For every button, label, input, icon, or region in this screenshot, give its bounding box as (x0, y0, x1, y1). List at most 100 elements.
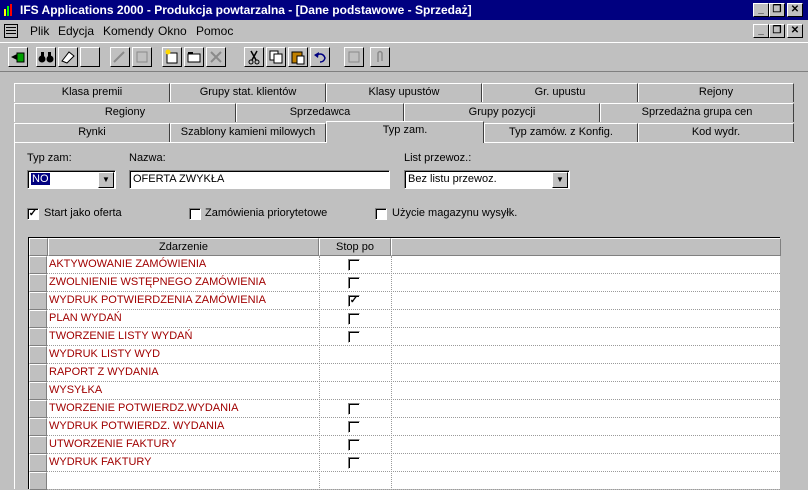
table-row[interactable]: ZWOLNIENIE WSTĘPNEGO ZAMÓWIENIA (29, 274, 780, 292)
table-row[interactable]: AKTYWOWANIE ZAMÓWIENIA (29, 256, 780, 274)
delete-disabled-icon[interactable] (206, 47, 226, 67)
zdarzenie-cell[interactable]: UTWORZENIE FAKTURY (49, 436, 177, 454)
zdarzenie-cell[interactable]: TWORZENIE LISTY WYDAŃ (49, 328, 192, 346)
row-selector[interactable] (29, 346, 47, 364)
row-selector[interactable] (29, 400, 47, 418)
eraser-icon[interactable] (58, 47, 78, 67)
menu-plik[interactable]: Plik (30, 24, 49, 38)
row-selector[interactable] (29, 292, 47, 310)
title-bar[interactable]: IFS Applications 2000 - Produkcja powtar… (0, 0, 808, 20)
tab-regiony[interactable]: Regiony (14, 103, 236, 122)
cut-icon[interactable] (244, 47, 264, 67)
new-record-icon[interactable] (8, 47, 28, 67)
edit-disabled-icon[interactable] (110, 47, 130, 67)
row-selector[interactable] (29, 328, 47, 346)
table-row[interactable]: RAPORT Z WYDANIA (29, 364, 780, 382)
table-row[interactable]: WYDRUK FAKTURY (29, 454, 780, 472)
table-row[interactable]: WYDRUK LISTY WYD (29, 346, 780, 364)
start-jako-oferta-checkbox[interactable]: ✓ (27, 208, 39, 220)
zdarzenie-cell[interactable]: WYDRUK POTWIERDZENIA ZAMÓWIENIA (49, 292, 266, 310)
zdarzenie-cell[interactable]: ZWOLNIENIE WSTĘPNEGO ZAMÓWIENIA (49, 274, 266, 292)
doc-restore-button[interactable]: ❐ (769, 24, 785, 38)
copy-icon[interactable] (266, 47, 286, 67)
print-disabled-icon[interactable] (132, 47, 152, 67)
blank-icon[interactable] (80, 47, 100, 67)
grid-corner-header[interactable] (29, 238, 48, 256)
column-header-zdarzenie[interactable]: Zdarzenie (48, 238, 319, 256)
zdarzenie-cell[interactable]: RAPORT Z WYDANIA (49, 364, 159, 382)
table-row[interactable]: WYDRUK POTWIERDZ. WYDANIA (29, 418, 780, 436)
table-row-empty[interactable] (29, 472, 780, 490)
stop-po-checkbox[interactable] (348, 439, 360, 451)
list-przewoz-dropdown[interactable]: Bez listu przewoz. ▼ (404, 170, 570, 189)
menu-komendy[interactable]: Komendy (103, 24, 154, 38)
typ-zam-dropdown[interactable]: NO ▼ (27, 170, 116, 189)
undo-icon[interactable] (310, 47, 330, 67)
tab-rynki[interactable]: Rynki (14, 123, 170, 142)
chevron-down-icon[interactable]: ▼ (552, 172, 568, 188)
tab-grupy-stat-klientow[interactable]: Grupy stat. klientów (170, 83, 326, 102)
row-selector[interactable] (29, 472, 47, 490)
tab-kod-wydr[interactable]: Kod wydr. (638, 123, 794, 142)
doc-minimize-button[interactable]: _ (753, 24, 769, 38)
zdarzenie-cell[interactable]: WYDRUK POTWIERDZ. WYDANIA (49, 418, 224, 436)
tab-szablony-kamieni-milowych[interactable]: Szablony kamieni milowych (170, 123, 326, 142)
zdarzenie-cell[interactable]: PLAN WYDAŃ (49, 310, 122, 328)
table-row[interactable]: UTWORZENIE FAKTURY (29, 436, 780, 454)
zdarzenie-cell[interactable]: WYDRUK FAKTURY (49, 454, 151, 472)
chevron-down-icon[interactable]: ▼ (98, 172, 114, 188)
row-selector[interactable] (29, 382, 47, 400)
row-selector[interactable] (29, 436, 47, 454)
stop-po-checkbox[interactable]: ✓ (348, 295, 360, 307)
tab-klasa-premii[interactable]: Klasa premii (14, 83, 170, 102)
doc-close-button[interactable]: ✕ (787, 24, 803, 38)
zdarzenie-cell[interactable]: WYSYŁKA (49, 382, 102, 400)
tab-typ-zam[interactable]: Typ zam. (326, 121, 484, 143)
menu-edycja[interactable]: Edycja (58, 24, 94, 38)
uzycie-magazynu-checkbox[interactable] (375, 208, 387, 220)
attachment-disabled-icon[interactable] (370, 47, 390, 67)
stop-po-checkbox[interactable] (348, 259, 360, 271)
zamowienia-priorytetowe-checkbox[interactable] (189, 208, 201, 220)
stop-po-checkbox[interactable] (348, 403, 360, 415)
restore-button[interactable]: ❐ (769, 3, 785, 17)
row-selector[interactable] (29, 256, 47, 274)
table-row[interactable]: TWORZENIE LISTY WYDAŃ (29, 328, 780, 346)
tab-rejony[interactable]: Rejony (638, 83, 794, 102)
close-button[interactable]: ✕ (787, 3, 803, 17)
tab-sprzedazna-grupa-cen[interactable]: Sprzedażna grupa cen (600, 103, 794, 122)
table-row[interactable]: WYSYŁKA (29, 382, 780, 400)
table-row[interactable]: WYDRUK POTWIERDZENIA ZAMÓWIENIA ✓ (29, 292, 780, 310)
zdarzenie-cell[interactable]: TWORZENIE POTWIERDZ.WYDANIA (49, 400, 238, 418)
column-header-stop-po[interactable]: Stop po (319, 238, 391, 256)
tab-klasy-upustow[interactable]: Klasy upustów (326, 83, 482, 102)
row-selector[interactable] (29, 310, 47, 328)
stop-po-checkbox[interactable] (348, 331, 360, 343)
note-disabled-icon[interactable] (344, 47, 364, 67)
row-selector[interactable] (29, 454, 47, 472)
row-selector[interactable] (29, 274, 47, 292)
minimize-button[interactable]: _ (753, 3, 769, 17)
document-icon[interactable] (4, 24, 18, 38)
tab-grupy-pozycji[interactable]: Grupy pozycji (404, 103, 600, 122)
table-row[interactable]: TWORZENIE POTWIERDZ.WYDANIA (29, 400, 780, 418)
menu-okno[interactable]: Okno (158, 24, 187, 38)
folder-icon[interactable] (184, 47, 204, 67)
stop-po-checkbox[interactable] (348, 277, 360, 289)
stop-po-checkbox[interactable] (348, 421, 360, 433)
row-selector[interactable] (29, 418, 47, 436)
tab-typ-zamow-z-konfig[interactable]: Typ zamów. z Konfig. (484, 123, 638, 142)
stop-po-checkbox[interactable] (348, 457, 360, 469)
tab-sprzedawca[interactable]: Sprzedawca (236, 103, 404, 122)
menu-pomoc[interactable]: Pomoc (196, 24, 233, 38)
search-binoculars-icon[interactable] (36, 47, 56, 67)
table-row[interactable]: PLAN WYDAŃ (29, 310, 780, 328)
new-document-icon[interactable] (162, 47, 182, 67)
stop-po-checkbox[interactable] (348, 313, 360, 325)
row-selector[interactable] (29, 364, 47, 382)
paste-icon[interactable] (288, 47, 308, 67)
tab-gr-upustu[interactable]: Gr. upustu (482, 83, 638, 102)
zdarzenie-cell[interactable]: AKTYWOWANIE ZAMÓWIENIA (49, 256, 206, 274)
nazwa-input[interactable]: OFERTA ZWYKŁA (129, 170, 390, 189)
zdarzenie-cell[interactable]: WYDRUK LISTY WYD (49, 346, 160, 364)
